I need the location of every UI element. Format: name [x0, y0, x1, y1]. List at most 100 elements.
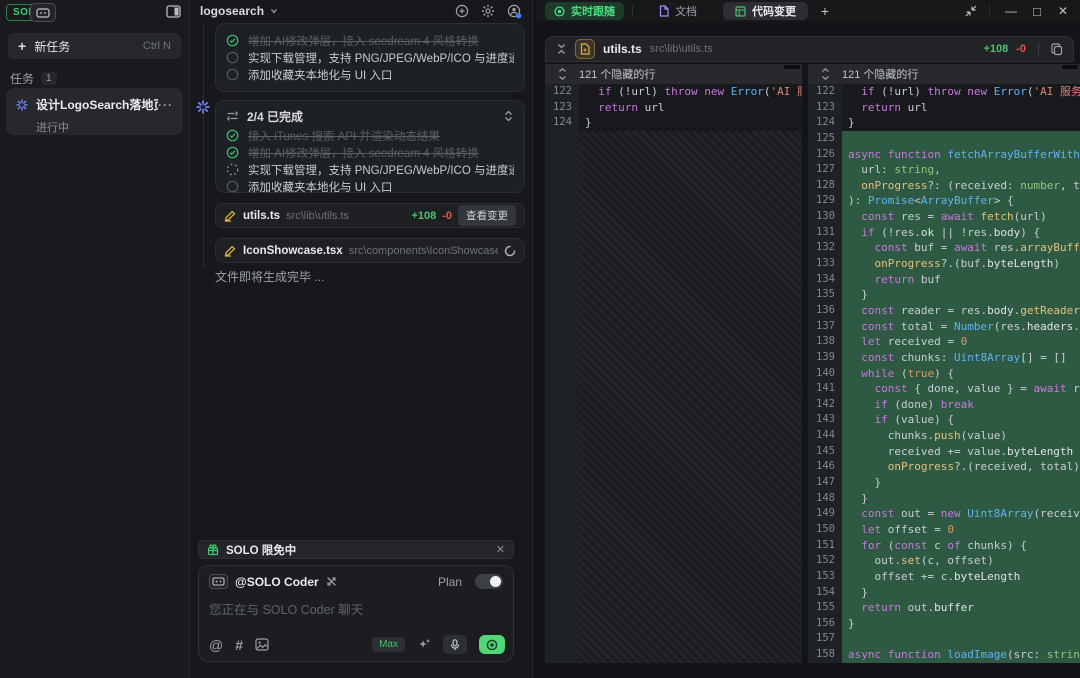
checklist-item[interactable]: 实现下载管理，支持 PNG/JPEG/WebP/ICO 与进度通知 — [226, 161, 514, 178]
editor-window: 实时跟随 文档 代码变更 + — □ ✕ utils.ts src\lib\ut… — [537, 0, 1080, 678]
checklist-item-text: 增加 AI修改弹层，接入 seedream 4 风格转换 — [248, 33, 514, 49]
tab-code-changes[interactable]: 代码变更 — [723, 2, 808, 20]
switch-agent-icon[interactable] — [326, 576, 337, 587]
window-close-button[interactable]: ✕ — [1054, 4, 1072, 18]
checklist-item-text: 添加收藏夹本地化与 UI 入口 — [248, 67, 514, 83]
conversation-title[interactable]: logosearch — [200, 4, 264, 18]
collapse-all-icon[interactable] — [556, 43, 567, 55]
scrollbar-thumb[interactable] — [1062, 65, 1078, 69]
checklist-item-text: 实现下载管理，支持 PNG/JPEG/WebP/ICO 与进度通知 — [248, 50, 514, 66]
mention-icon[interactable]: @ — [209, 637, 223, 653]
task-card[interactable]: 设计LogoSearch落地页 ··· 进行中 — [6, 88, 183, 135]
plan-toggle[interactable] — [475, 574, 503, 589]
diff-pane-modified[interactable]: 121 个隐藏的行122 if (!url) throw new Error('… — [808, 64, 1080, 663]
new-task-label: 新任务 — [34, 38, 143, 55]
new-chat-icon[interactable] — [455, 4, 469, 18]
close-icon[interactable]: ✕ — [496, 543, 505, 556]
checklist-card-top: 增加 AI修改弹层，接入 seedream 4 风格转换实现下载管理，支持 PN… — [215, 23, 525, 92]
scrollbar-thumb[interactable] — [784, 65, 800, 69]
view-changes-button[interactable]: 查看变更 — [458, 205, 516, 226]
circle-icon — [226, 180, 239, 193]
empty-diff-filler — [579, 131, 802, 663]
checklist-item[interactable]: 添加收藏夹本地化与 UI 入口 — [226, 66, 514, 83]
tasks-count-badge: 1 — [41, 72, 57, 85]
diff-file-header[interactable]: utils.ts src\lib\utils.ts +108 -0 — [545, 36, 1074, 62]
task-status: 进行中 — [36, 119, 173, 135]
file-name: IconShowcase.tsx — [243, 245, 343, 257]
code-line: 132 const buf = await res.arrayBuffer() — [808, 240, 1080, 256]
restore-layout-icon[interactable] — [965, 5, 977, 17]
tab-code-changes-label: 代码变更 — [752, 3, 796, 19]
tab-document[interactable]: 文档 — [641, 2, 715, 20]
edit-file-icon — [224, 245, 237, 257]
chat-header: logosearch — [190, 0, 532, 22]
new-task-button[interactable]: + 新任务 Ctrl N — [8, 33, 181, 59]
copy-icon[interactable] — [1051, 43, 1063, 56]
checklist-item[interactable]: 实现下载管理，支持 PNG/JPEG/WebP/ICO 与进度通知 — [226, 49, 514, 66]
chevron-down-icon[interactable] — [267, 5, 281, 17]
checklist-item[interactable]: 增加 AI修改弹层，接入 seedream 4 风格转换 — [226, 32, 514, 49]
code-line: 147 } — [808, 475, 1080, 491]
robot-avatar-icon — [209, 574, 228, 589]
code-line: 149 const out = new Uint8Array(received) — [808, 506, 1080, 522]
hidden-lines-row[interactable]: 121 个隐藏的行 — [808, 64, 1080, 84]
loading-arc-icon — [504, 245, 516, 257]
new-task-shortcut: Ctrl N — [143, 40, 171, 52]
check-circle-icon — [226, 129, 239, 142]
hidden-lines-label: 121 个隐藏的行 — [842, 66, 918, 82]
code-line: 123 return url — [808, 100, 1080, 116]
file-change-card[interactable]: IconShowcase.tsxsrc\components\IconShowc… — [215, 238, 525, 263]
checklist-item[interactable]: 添加收藏夹本地化与 UI 入口 — [226, 178, 514, 195]
max-mode-badge[interactable]: Max — [372, 637, 405, 652]
thread-line — [203, 24, 204, 268]
checklist-item[interactable]: 接入 iTunes 搜索 API 并渲染动态结果 — [226, 127, 514, 144]
promo-banner: SOLO 限免中 ✕ — [198, 540, 514, 559]
code-line: 128 onProgress?: (received: number, tota… — [808, 178, 1080, 194]
promo-banner-text: SOLO 限免中 — [226, 542, 489, 558]
checklist-item-text: 接入 iTunes 搜索 API 并渲染动态结果 — [248, 128, 514, 144]
mic-button[interactable] — [443, 635, 467, 654]
hash-icon[interactable]: # — [235, 637, 243, 653]
code-line: 122 if (!url) throw new Error('AI 服务未返回图… — [545, 84, 802, 100]
diff-pane-original[interactable]: 121 个隐藏的行122 if (!url) throw new Error('… — [545, 64, 802, 663]
code-line: 138 let received = 0 — [808, 334, 1080, 350]
minimize-button[interactable]: — — [1002, 4, 1020, 18]
code-line: 152 out.set(c, offset) — [808, 553, 1080, 569]
chat-composer: @SOLO Coder Plan 您正在与 SOLO Coder 聊天 @ # … — [198, 565, 514, 662]
panel-toggle-icon[interactable] — [166, 5, 181, 18]
unfold-icon — [558, 68, 567, 80]
account-icon[interactable] — [507, 4, 522, 19]
code-line: 136 const reader = res.body.getReader() — [808, 303, 1080, 319]
gutter-fill — [545, 131, 579, 663]
gift-icon — [207, 544, 219, 556]
image-attach-icon[interactable] — [255, 638, 269, 651]
code-line: 156} — [808, 616, 1080, 632]
send-button[interactable] — [479, 635, 505, 654]
code-line: 139 const chunks: Uint8Array[] = [] — [808, 350, 1080, 366]
code-line: 142 if (done) break — [808, 397, 1080, 413]
task-menu-button[interactable]: ··· — [158, 98, 173, 112]
code-line: 141 const { done, value } = await reader… — [808, 381, 1080, 397]
agent-chat-panel: logosearch 增加 AI修改弹层，接入 seedream 4 风格转换实… — [190, 0, 533, 678]
code-line: 157 — [808, 631, 1080, 647]
hidden-lines-row[interactable]: 121 个隐藏的行 — [545, 64, 802, 84]
checklist-item-text: 增加 AI修改弹层，接入 seedream 4 风格转换 — [248, 145, 514, 161]
diff-file-name: utils.ts — [603, 42, 642, 56]
code-line: 140 while (true) { — [808, 366, 1080, 382]
maximize-button[interactable]: □ — [1028, 4, 1046, 19]
file-path: src\lib\utils.ts — [286, 210, 405, 222]
settings-gear-icon[interactable] — [481, 4, 495, 18]
code-line: 151 for (const c of chunks) { — [808, 538, 1080, 554]
editor-tab-bar: 实时跟随 文档 代码变更 + — □ ✕ — [537, 0, 1080, 22]
collapse-icon[interactable] — [503, 110, 514, 122]
composer-placeholder[interactable]: 您正在与 SOLO Coder 聊天 — [209, 599, 503, 618]
tab-live-follow[interactable]: 实时跟随 — [545, 2, 624, 20]
file-change-card[interactable]: utils.tssrc\lib\utils.ts+108-0查看变更 — [215, 203, 525, 228]
sparkle-icon[interactable] — [417, 638, 431, 651]
plus-icon: + — [18, 38, 26, 54]
checklist-item[interactable]: 增加 AI修改弹层，接入 seedream 4 风格转换 — [226, 144, 514, 161]
code-line: 130 const res = await fetch(url) — [808, 209, 1080, 225]
add-tab-button[interactable]: + — [816, 3, 834, 19]
agent-name[interactable]: @SOLO Coder — [235, 575, 319, 589]
deletions-count: -0 — [442, 210, 452, 222]
